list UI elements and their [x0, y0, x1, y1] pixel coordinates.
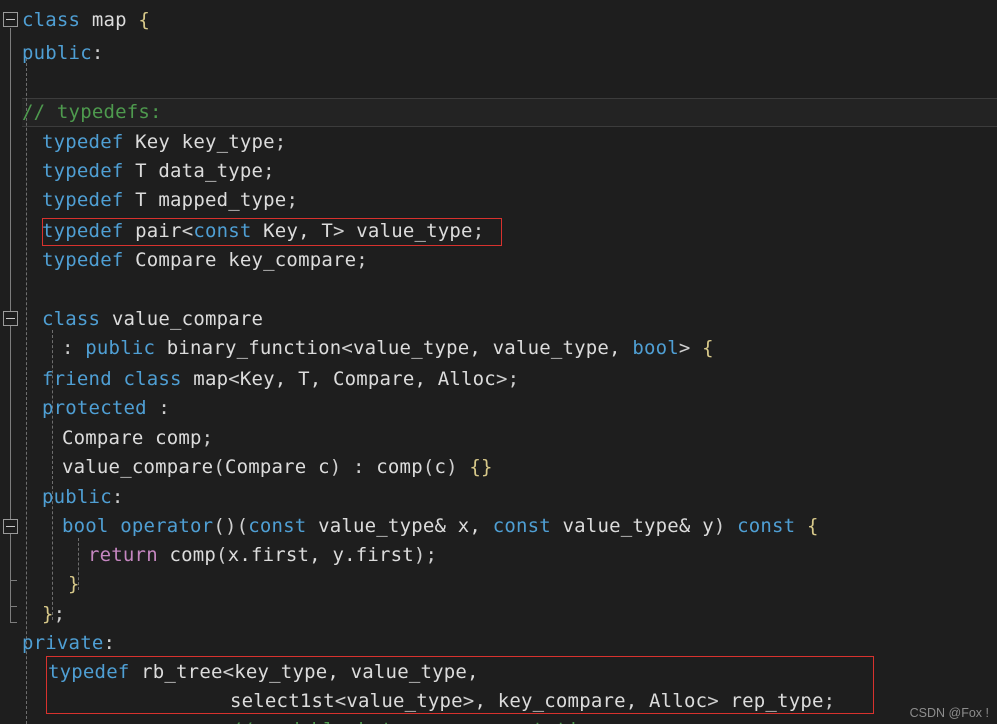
- code-editor-view[interactable]: #endif class map { public: // typedefs: …: [0, 0, 997, 724]
- fold-toggle-operator[interactable]: [3, 519, 18, 534]
- code-line-public-2: public:: [42, 483, 123, 512]
- code-line-typedef-rb-tree: typedef rb_tree<key_type, value_type,: [48, 658, 479, 687]
- code-line-typedef-key-compare: typedef Compare key_compare;: [42, 246, 368, 275]
- code-line-compare-comp: Compare comp;: [62, 424, 213, 453]
- code-line-typedef-value-type: typedef pair<const Key, T> value_type;: [42, 217, 484, 246]
- editor-gutter[interactable]: [0, 0, 22, 724]
- code-line-comment-typedefs: // typedefs:: [22, 98, 162, 127]
- token-endif: #endif: [22, 0, 91, 2]
- code-content[interactable]: #endif class map { public: // typedefs: …: [0, 0, 997, 724]
- fold-toggle-value-compare[interactable]: [3, 311, 18, 326]
- code-line-class-map: class map {: [22, 6, 150, 35]
- fold-rail-end-operator: [10, 580, 17, 581]
- code-line-typedef-mapped-type: typedef T mapped_type;: [42, 186, 298, 215]
- fold-rail-end-class-map: [10, 622, 17, 623]
- code-line-typedef-key-type: typedef Key key_type;: [42, 128, 286, 157]
- code-line-select1st-rep-type: select1st<value_type>, key_compare, Allo…: [230, 687, 835, 716]
- code-line-public-1: public:: [22, 39, 103, 68]
- code-line-typedef-data-type: typedef T data_type;: [42, 157, 275, 186]
- code-line-close-brace-operator: }: [68, 570, 80, 599]
- code-line-return-comp: return comp(x.first, y.first);: [88, 541, 437, 570]
- code-line-private: private:: [22, 629, 115, 658]
- fold-rail-end-value-compare: [10, 606, 17, 607]
- fold-toggle-class-map[interactable]: [3, 12, 18, 27]
- code-line-protected: protected :: [42, 394, 170, 423]
- code-line-operator-call: bool operator()(const value_type& x, con…: [62, 512, 819, 541]
- code-line-endif: #endif: [22, 0, 91, 6]
- code-line-clipped-bottom-comment: // red-black tree representation: [230, 716, 602, 724]
- code-line-friend-class-map: friend class map<Key, T, Compare, Alloc>…: [42, 365, 519, 394]
- code-line-value-compare-ctor: value_compare(Compare c) : comp(c) {}: [62, 453, 493, 482]
- code-line-binary-function-base: : public binary_function<value_type, val…: [62, 334, 714, 363]
- fold-rail-operator: [10, 536, 11, 580]
- code-line-class-value-compare: class value_compare: [42, 305, 263, 334]
- code-line-close-brace-class: };: [42, 600, 65, 629]
- csdn-watermark: CSDN @Fox !: [910, 706, 989, 720]
